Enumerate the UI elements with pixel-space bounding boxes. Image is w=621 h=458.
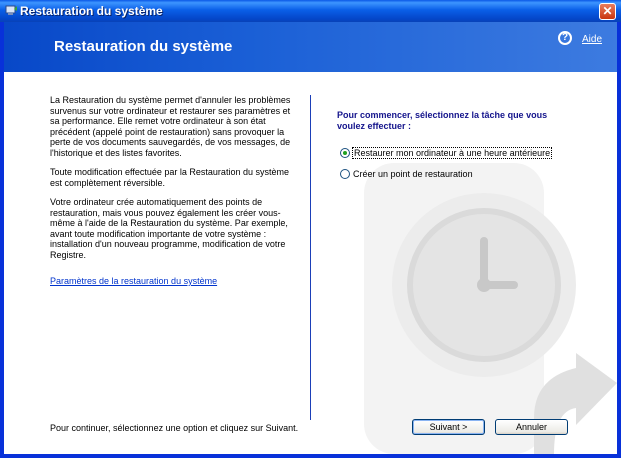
close-button[interactable]: ✕ [599,3,616,20]
settings-link[interactable]: Paramètres de la restauration du système [50,276,217,286]
cancel-button[interactable]: Annuler [495,419,568,435]
description-paragraph: La Restauration du système permet d'annu… [50,95,291,158]
option-create-point[interactable]: Créer un point de restauration [340,169,473,179]
option-restore[interactable]: Restaurer mon ordinateur à une heure ant… [340,147,553,159]
description-paragraph: Votre ordinateur crée automatiquement de… [50,197,288,260]
description: La Restauration du système permet d'annu… [50,95,302,269]
vertical-divider [310,95,311,420]
window-title: Restauration du système [20,4,163,18]
system-restore-icon [5,5,17,15]
create-point-radio[interactable] [340,169,350,179]
main-content: La Restauration du système permet d'annu… [4,73,617,454]
clock-arrow-watermark [364,163,617,454]
option-restore-label[interactable]: Restaurer mon ordinateur à une heure ant… [351,147,553,159]
header-banner: Restauration du système ? Aide [4,22,617,73]
restore-radio[interactable] [340,148,350,158]
footer-instruction: Pour continuer, sélectionnez une option … [50,423,299,433]
help-icon[interactable]: ? [558,31,572,45]
option-create-point-label[interactable]: Créer un point de restauration [353,169,473,179]
task-prompt: Pour commencer, sélectionnez la tâche qu… [337,110,548,131]
help-link[interactable]: Aide [582,34,602,45]
title-bar[interactable]: Restauration du système ✕ [0,0,621,22]
page-title: Restauration du système [54,38,233,55]
next-button[interactable]: Suivant > [412,419,485,435]
description-paragraph: Toute modification effectuée par la Rest… [50,167,289,188]
